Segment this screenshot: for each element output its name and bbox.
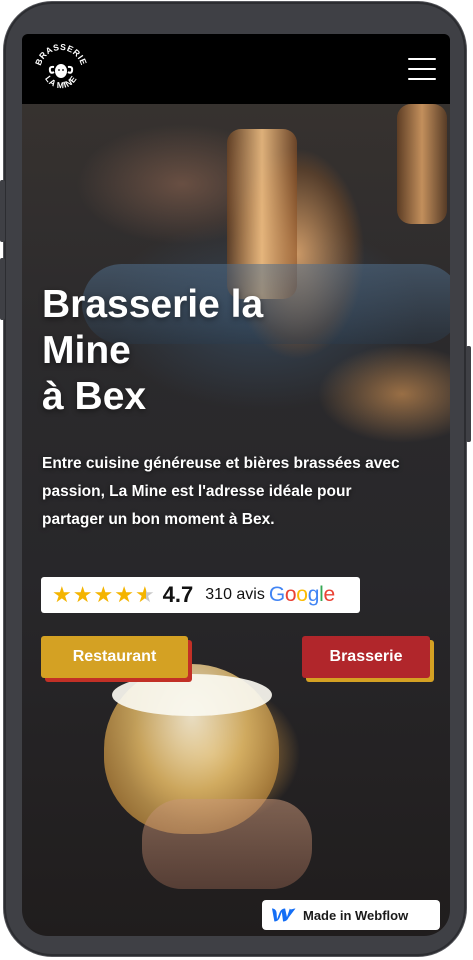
phone-power-button	[466, 346, 471, 442]
menu-icon-line	[408, 68, 436, 70]
phone-side-button	[0, 258, 5, 320]
hero-title: Brasserie la Mine à Bex	[42, 282, 422, 420]
hero-title-line: Mine	[42, 329, 131, 372]
star-icon: ★	[72, 582, 93, 607]
phone-side-button	[0, 180, 5, 242]
made-in-webflow-badge[interactable]: Made in Webflow	[262, 900, 440, 930]
star-icon: ★	[114, 582, 134, 607]
hero-title-line: Brasserie la	[42, 283, 264, 326]
ram-head-icon	[55, 64, 67, 78]
google-logo: Google	[268, 583, 335, 606]
restaurant-button[interactable]: Restaurant	[41, 636, 188, 678]
star-icon: ★	[93, 582, 114, 607]
app-screen: BRASSERIE LA MINE Brasserie la Mine à Be…	[22, 34, 450, 936]
webflow-icon	[272, 908, 296, 922]
menu-icon-line	[408, 58, 436, 60]
star-rating: ★ ★ ★ ★ ★	[52, 584, 155, 606]
beer-tap-highlight	[397, 104, 447, 224]
logo-text-top: BRASSERIE	[33, 42, 88, 67]
hand-image	[142, 799, 312, 889]
beer-foam	[112, 674, 272, 716]
hero-title-line: à Bex	[42, 375, 147, 418]
half-star-icon: ★	[134, 582, 155, 607]
svg-text:BRASSERIE: BRASSERIE	[33, 42, 89, 67]
rating-score: 4.7	[162, 582, 194, 607]
top-navbar: BRASSERIE LA MINE	[22, 34, 450, 104]
review-count: 310 avis	[205, 586, 265, 603]
hamburger-menu-button[interactable]	[408, 58, 436, 80]
brasserie-logo[interactable]: BRASSERIE LA MINE	[32, 40, 90, 98]
brasserie-button[interactable]: Brasserie	[302, 636, 430, 678]
star-icon: ★	[52, 582, 72, 607]
hero-description: Entre cuisine généreuse et bières brassé…	[42, 455, 400, 528]
google-rating-widget[interactable]: ★ ★ ★ ★ ★ 4.7 310 avis Google	[41, 577, 360, 613]
menu-icon-line	[408, 78, 436, 80]
webflow-badge-label: Made in Webflow	[303, 907, 409, 923]
